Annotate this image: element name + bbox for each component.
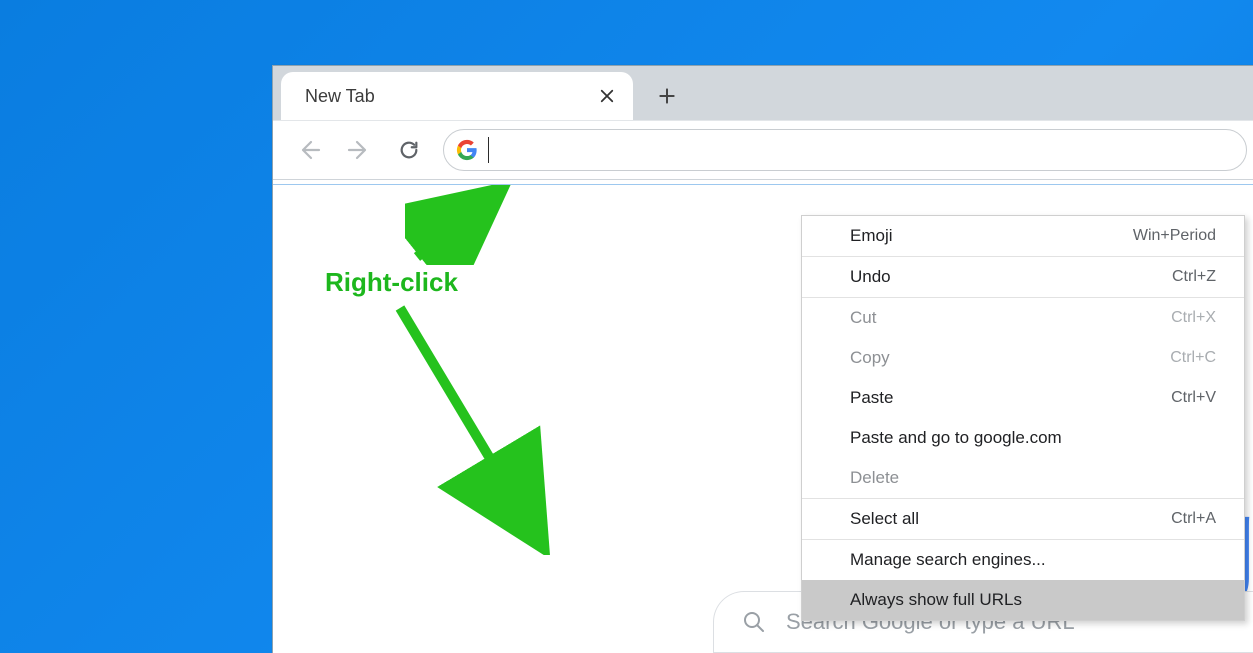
context-menu-item-label: Paste bbox=[850, 388, 893, 408]
google-favicon-icon bbox=[456, 139, 478, 161]
forward-button[interactable] bbox=[343, 134, 375, 166]
context-menu-item: Cut Ctrl+X bbox=[802, 298, 1244, 338]
context-menu-item-shortcut: Win+Period bbox=[1133, 227, 1216, 245]
context-menu: Emoji Win+Period Undo Ctrl+Z Cut Ctrl+X Copy Ct… bbox=[801, 215, 1245, 621]
context-menu-item[interactable]: Paste Ctrl+V bbox=[802, 378, 1244, 418]
context-menu-item-shortcut: Ctrl+Z bbox=[1172, 268, 1216, 286]
context-menu-item-label: Undo bbox=[850, 267, 891, 287]
tab-strip: New Tab bbox=[273, 66, 1253, 120]
context-menu-item-label: Select all bbox=[850, 509, 919, 529]
text-cursor bbox=[488, 137, 489, 163]
context-menu-item[interactable]: Paste and go to google.com bbox=[802, 418, 1244, 458]
context-menu-item-label: Paste and go to google.com bbox=[850, 428, 1062, 448]
context-menu-item-label: Cut bbox=[850, 308, 876, 328]
context-menu-item-label: Always show full URLs bbox=[850, 590, 1022, 610]
context-menu-item-label: Copy bbox=[850, 348, 890, 368]
search-icon bbox=[742, 610, 766, 634]
context-menu-item-shortcut: Ctrl+X bbox=[1171, 309, 1216, 327]
context-menu-item-shortcut: Ctrl+A bbox=[1171, 510, 1216, 528]
address-bar[interactable] bbox=[443, 129, 1247, 171]
context-menu-item-label: Emoji bbox=[850, 226, 893, 246]
context-menu-item[interactable]: Undo Ctrl+Z bbox=[802, 257, 1244, 297]
browser-window: New Tab bbox=[272, 65, 1253, 653]
context-menu-item-label: Delete bbox=[850, 468, 899, 488]
reload-button[interactable] bbox=[393, 134, 425, 166]
context-menu-item: Delete bbox=[802, 458, 1244, 498]
context-menu-item-label: Manage search engines... bbox=[850, 550, 1046, 570]
toolbar bbox=[273, 120, 1253, 180]
context-menu-item[interactable]: Select all Ctrl+A bbox=[802, 499, 1244, 539]
new-tab-button[interactable] bbox=[647, 76, 687, 116]
context-menu-item-shortcut: Ctrl+V bbox=[1171, 389, 1216, 407]
context-menu-item[interactable]: Manage search engines... bbox=[802, 540, 1244, 580]
context-menu-item[interactable]: Emoji Win+Period bbox=[802, 216, 1244, 256]
tab-title: New Tab bbox=[305, 86, 375, 107]
close-tab-button[interactable] bbox=[595, 84, 619, 108]
context-menu-item: Copy Ctrl+C bbox=[802, 338, 1244, 378]
context-menu-item-shortcut: Ctrl+C bbox=[1170, 349, 1216, 367]
tab-active[interactable]: New Tab bbox=[281, 72, 633, 120]
annotation-label: Right-click bbox=[325, 267, 458, 298]
context-menu-item[interactable]: Always show full URLs bbox=[802, 580, 1244, 620]
back-button[interactable] bbox=[293, 134, 325, 166]
